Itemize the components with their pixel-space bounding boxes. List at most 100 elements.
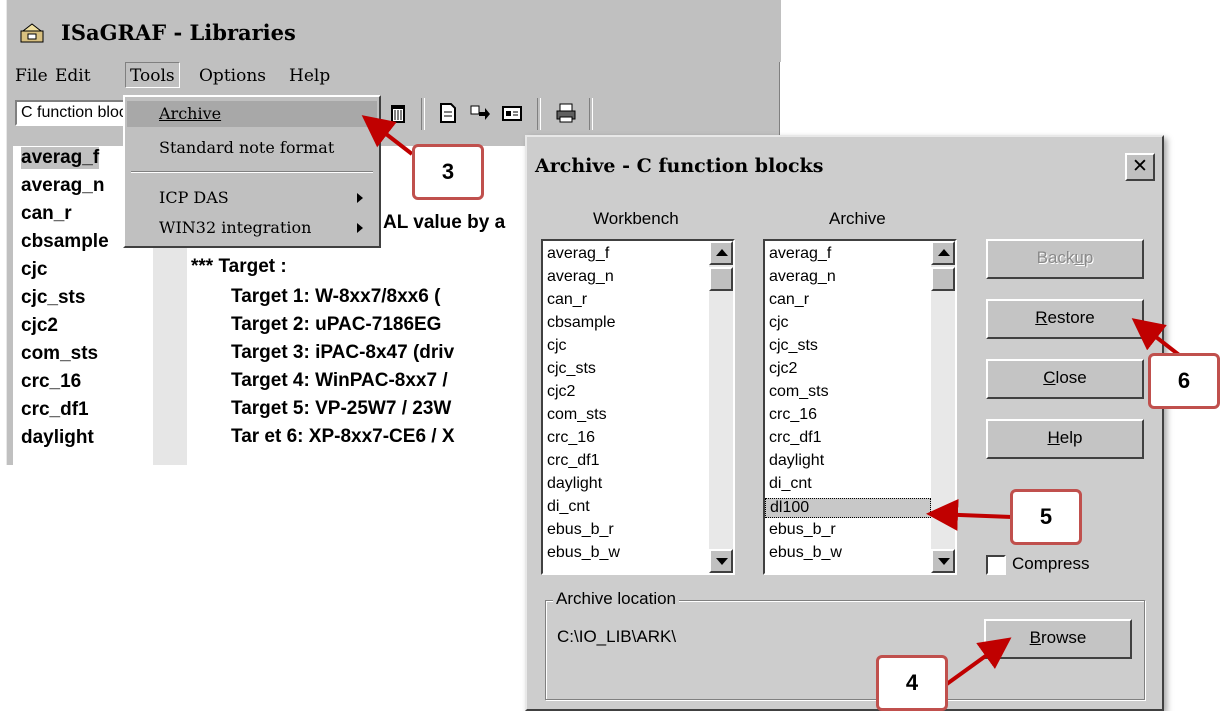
list-item[interactable]: averag_n <box>547 268 614 286</box>
archive-listbox[interactable]: averag_f averag_n can_r cjc cjc_sts cjc2… <box>763 239 957 575</box>
trash-icon[interactable] <box>387 102 409 124</box>
list-item[interactable]: com_sts <box>547 406 607 424</box>
library-item[interactable]: cjc <box>21 259 47 281</box>
menu-help[interactable]: Help <box>289 66 330 86</box>
restore-button[interactable]: Restore <box>986 299 1144 339</box>
scroll-thumb[interactable] <box>709 267 733 291</box>
list-item[interactable]: com_sts <box>769 383 829 401</box>
library-item[interactable]: averag_f <box>21 147 100 169</box>
list-item[interactable]: crc_16 <box>769 406 817 424</box>
close-icon[interactable]: ✕ <box>1125 153 1155 181</box>
restore-rest: estore <box>1047 308 1095 327</box>
close-accel: C <box>1043 368 1056 387</box>
close-button[interactable]: Close <box>986 359 1144 399</box>
help-button[interactable]: Help <box>986 419 1144 459</box>
library-type-combo[interactable]: C function blocks <box>15 100 133 126</box>
arrow-up-icon <box>938 249 950 256</box>
browse-accel: B <box>1029 628 1041 647</box>
note-line: Target 4: WinPAC-8xx7 / <box>231 370 448 391</box>
list-item[interactable]: crc_df1 <box>547 452 599 470</box>
submenu-arrow-icon <box>357 193 363 203</box>
list-item[interactable]: ebus_b_w <box>547 544 620 562</box>
convert-icon[interactable] <box>469 102 491 124</box>
scroll-down-button[interactable] <box>931 549 955 573</box>
browse-button[interactable]: Browse <box>984 619 1132 659</box>
note-line: Target 1: W-8xx7/8xx6 ( <box>231 286 441 307</box>
list-item[interactable]: ebus_b_r <box>769 521 836 539</box>
callout-4: 4 <box>876 655 948 711</box>
menu-edit[interactable]: Edit <box>55 66 91 86</box>
menu-tools[interactable]: Tools <box>125 62 180 88</box>
archive-scrollbar[interactable] <box>931 241 955 573</box>
menu-item-label: Standard note format <box>159 138 335 157</box>
scroll-thumb[interactable] <box>931 267 955 291</box>
list-item[interactable]: cbsample <box>547 314 615 332</box>
menu-file[interactable]: File <box>15 66 48 86</box>
menu-options[interactable]: Options <box>199 66 266 86</box>
workbench-scrollbar[interactable] <box>709 241 733 573</box>
backup-accel: u <box>1074 248 1084 267</box>
list-item[interactable]: averag_f <box>769 245 831 263</box>
scroll-down-button[interactable] <box>709 549 733 573</box>
list-item[interactable]: daylight <box>769 452 824 470</box>
note-line: Target 3: iPAC-8x47 (driv <box>231 342 455 363</box>
list-item[interactable]: cjc_sts <box>769 337 818 355</box>
help-accel: H <box>1047 428 1060 447</box>
library-item[interactable]: averag_n <box>21 175 104 197</box>
library-item[interactable]: cbsample <box>21 231 109 253</box>
toolbar-separator <box>537 98 541 130</box>
callout-5: 5 <box>1010 489 1082 545</box>
workbench-label: Workbench <box>593 209 679 228</box>
list-item[interactable]: daylight <box>547 475 602 493</box>
library-item[interactable]: daylight <box>21 427 94 449</box>
note-line: *** Target : <box>191 256 287 277</box>
list-item[interactable]: cjc2 <box>547 383 575 401</box>
library-item[interactable]: crc_16 <box>21 371 81 393</box>
scroll-up-button[interactable] <box>931 241 955 265</box>
scroll-up-button[interactable] <box>709 241 733 265</box>
menu-item-label: Archive <box>159 104 222 123</box>
library-item[interactable]: can_r <box>21 203 72 225</box>
list-item[interactable]: crc_16 <box>547 429 595 447</box>
browse-rest: rowse <box>1040 628 1087 647</box>
dialog-title: Archive - C function blocks <box>535 155 824 177</box>
callout-6: 6 <box>1148 353 1220 409</box>
list-item[interactable]: crc_df1 <box>769 429 821 447</box>
list-item[interactable]: cjc_sts <box>547 360 596 378</box>
menu-item-win32-integration[interactable]: WIN32 integration <box>127 215 377 241</box>
list-item[interactable]: can_r <box>547 291 587 309</box>
list-item[interactable]: di_cnt <box>769 475 812 493</box>
document-icon[interactable] <box>437 102 459 124</box>
properties-icon[interactable] <box>501 102 523 124</box>
library-item[interactable]: com_sts <box>21 343 98 365</box>
compress-label[interactable]: Compress <box>1012 554 1089 574</box>
note-line: Target 2: uPAC-7186EG <box>231 314 442 335</box>
list-item[interactable]: cjc2 <box>769 360 797 378</box>
backup-button[interactable]: Backup <box>986 239 1144 279</box>
list-item-selected[interactable]: dl100 <box>765 498 931 518</box>
toolbar-separator <box>589 98 593 130</box>
list-item[interactable]: averag_f <box>547 245 609 263</box>
list-item[interactable]: ebus_b_r <box>547 521 614 539</box>
workbench-listbox[interactable]: averag_f averag_n can_r cbsample cjc cjc… <box>541 239 735 575</box>
callout-3: 3 <box>412 144 484 200</box>
compress-checkbox[interactable] <box>986 555 1006 575</box>
archive-location-path: C:\IO_LIB\ARK\ <box>557 627 677 646</box>
toolbar-separator <box>421 98 425 130</box>
list-item[interactable]: di_cnt <box>547 498 590 516</box>
list-item[interactable]: can_r <box>769 291 809 309</box>
list-item[interactable]: ebus_b_w <box>769 544 842 562</box>
list-item[interactable]: cjc <box>769 314 789 332</box>
print-icon[interactable] <box>555 102 577 124</box>
library-item[interactable]: cjc2 <box>21 315 58 337</box>
list-item[interactable]: cjc <box>547 337 567 355</box>
library-item[interactable]: cjc_sts <box>21 287 85 309</box>
library-item[interactable]: crc_df1 <box>21 399 89 421</box>
archive-location-label: Archive location <box>553 589 680 609</box>
menu-item-standard-note-format[interactable]: Standard note format <box>127 135 377 161</box>
arrow-up-icon <box>716 249 728 256</box>
arrow-down-icon <box>716 558 728 565</box>
menu-item-archive[interactable]: Archive <box>127 101 377 127</box>
menu-item-icp-das[interactable]: ICP DAS <box>127 185 377 211</box>
list-item[interactable]: averag_n <box>769 268 836 286</box>
